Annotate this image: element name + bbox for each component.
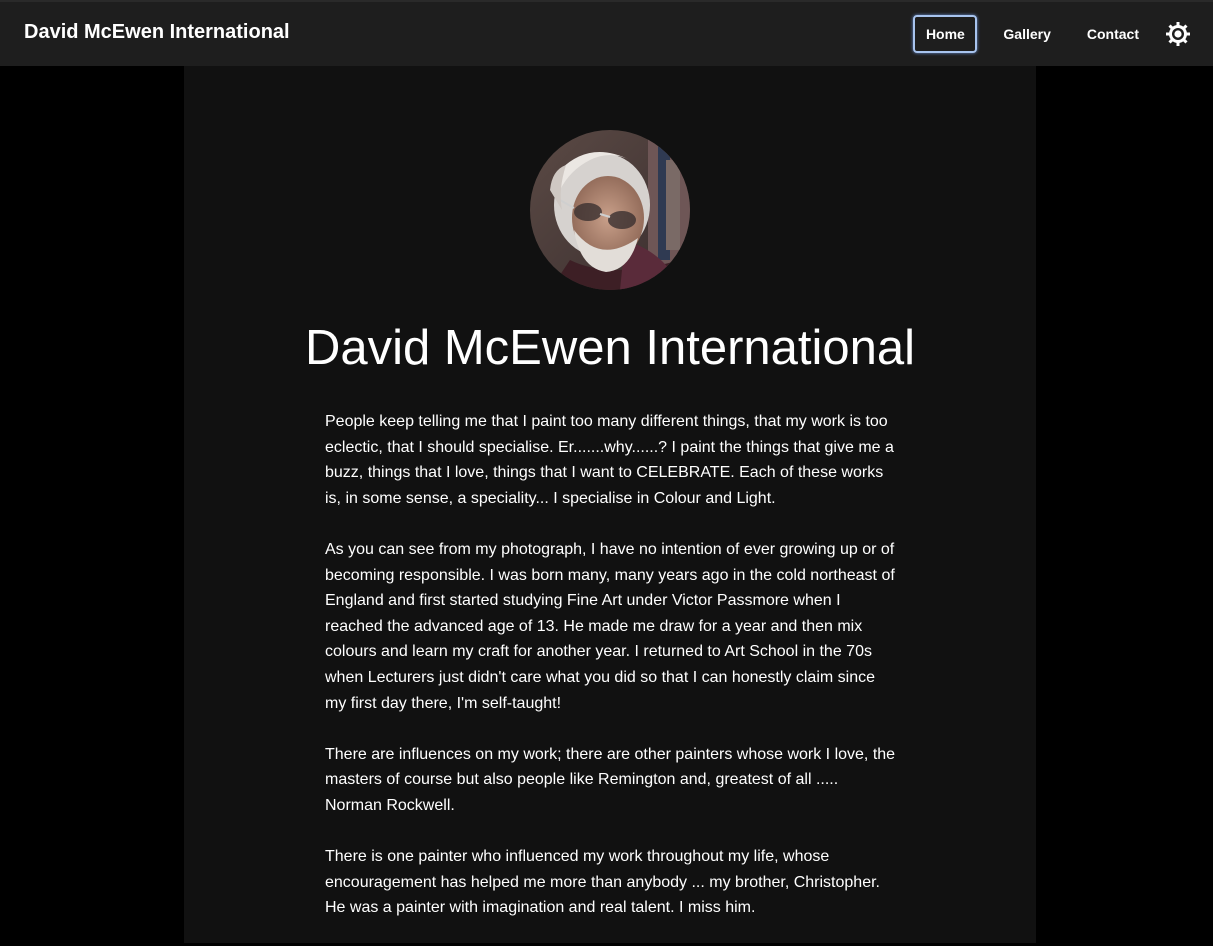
avatar bbox=[530, 130, 690, 290]
nav-contact-link[interactable]: Contact bbox=[1077, 15, 1149, 53]
bio-paragraph: As you can see from my photograph, I hav… bbox=[325, 540, 895, 712]
bio-paragraph: People keep telling me that I paint too … bbox=[325, 413, 894, 507]
top-navbar: David McEwen International Home Gallery … bbox=[0, 0, 1213, 66]
nav-links: Home Gallery Contact bbox=[913, 14, 1191, 54]
theme-toggle-button[interactable] bbox=[1165, 21, 1191, 47]
portrait-photo bbox=[530, 130, 690, 290]
bio-paragraph: There are influences on my work; there a… bbox=[325, 745, 896, 814]
bio-paragraph: There is one painter who influenced my w… bbox=[325, 848, 880, 917]
sun-icon bbox=[1166, 22, 1190, 46]
bio-text: People keep telling me that I paint too … bbox=[325, 409, 897, 946]
main-content: David McEwen International People keep t… bbox=[184, 66, 1036, 943]
page-title: David McEwen International bbox=[304, 321, 916, 375]
site-brand[interactable]: David McEwen International bbox=[24, 21, 290, 44]
nav-home-link[interactable]: Home bbox=[913, 15, 978, 53]
nav-gallery-link[interactable]: Gallery bbox=[993, 15, 1060, 53]
